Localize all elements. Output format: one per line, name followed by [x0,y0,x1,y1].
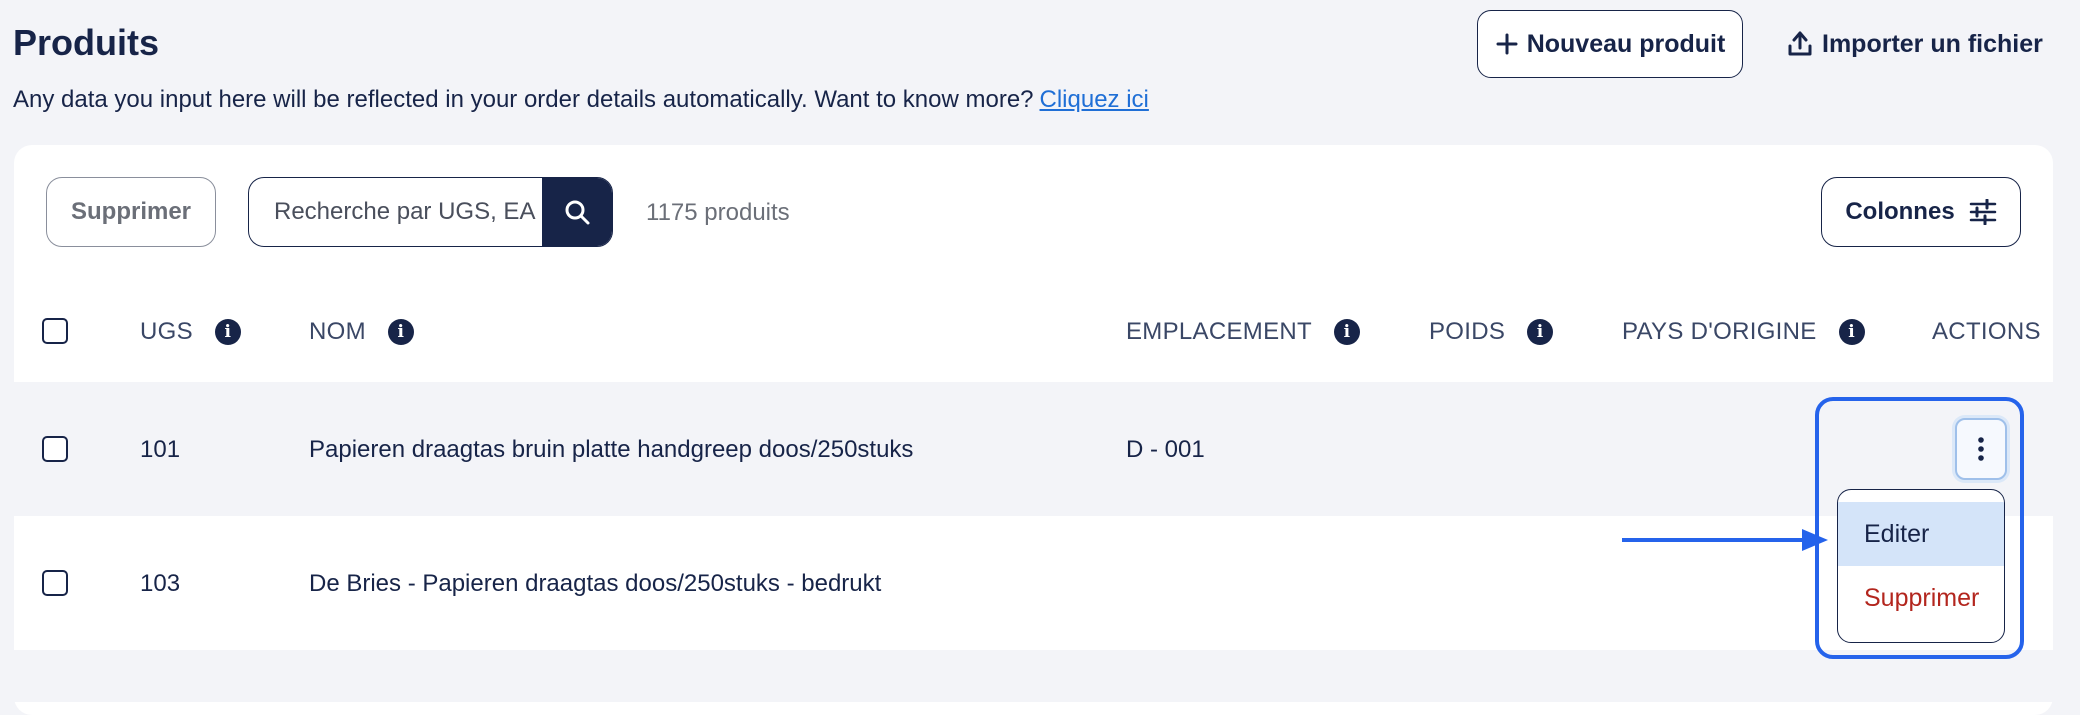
column-header-nom[interactable]: NOM i [309,318,414,346]
cell-nom: De Bries - Papieren draagtas doos/250stu… [309,570,882,597]
cell-ugs: 101 [140,436,181,463]
row-checkbox[interactable] [42,570,68,596]
info-icon[interactable]: i [387,319,414,345]
page-subtitle: Any data you input here will be reflecte… [13,86,1149,114]
column-header-actions: ACTIONS [1932,318,2041,346]
import-file-label: Importer un fichier [1822,29,2043,58]
upload-icon [1788,31,1812,56]
table-row [14,650,2053,702]
cell-nom: Papieren draagtas bruin platte handgreep… [309,436,914,463]
bulk-delete-button[interactable]: Supprimer [46,177,216,247]
info-icon[interactable]: i [1334,319,1360,345]
cell-ugs: 103 [140,570,181,597]
product-count: 1175 produits [646,199,790,226]
subtitle-text: Any data you input here will be reflecte… [13,86,1034,113]
arrow-right-icon [1622,529,1828,551]
column-header-poids[interactable]: POIDS i [1429,318,1554,346]
info-icon[interactable]: i [1838,319,1865,345]
search-icon [565,200,590,225]
column-label-nom: NOM [309,318,366,345]
page-title: Produits [13,22,160,63]
column-label-ugs: UGS [140,318,193,345]
kebab-icon [1978,437,1984,461]
new-product-button[interactable]: Nouveau produit [1477,10,1743,78]
columns-label: Colonnes [1845,198,1955,225]
column-label-poids: POIDS [1429,318,1506,345]
select-all-checkbox[interactable] [42,318,68,344]
cell-emplacement: D - 001 [1126,436,1205,463]
row-actions-button[interactable] [1955,418,2007,480]
search-button[interactable] [542,178,612,246]
plus-icon [1496,33,1518,55]
column-header-pays[interactable]: PAYS D'ORIGINE i [1622,318,1865,346]
info-icon[interactable]: i [214,319,241,345]
row-actions-menu: Editer Supprimer [1837,489,2005,643]
sliders-icon [1969,199,1996,225]
learn-more-link[interactable]: Cliquez ici [1040,86,1149,113]
row-checkbox[interactable] [42,436,68,462]
search-input[interactable] [249,178,542,246]
column-header-ugs[interactable]: UGS i [140,318,241,346]
search-box [248,177,613,247]
column-label-emplacement: EMPLACEMENT [1126,318,1312,345]
new-product-label: Nouveau produit [1526,29,1726,58]
menu-item-edit[interactable]: Editer [1838,502,2004,566]
columns-button[interactable]: Colonnes [1821,177,2021,247]
column-label-pays: PAYS D'ORIGINE [1622,318,1817,345]
menu-item-delete[interactable]: Supprimer [1838,566,2004,630]
import-file-button[interactable]: Importer un fichier [1786,24,2043,64]
column-label-actions: ACTIONS [1932,318,2041,345]
info-icon[interactable]: i [1527,319,1554,345]
column-header-emplacement[interactable]: EMPLACEMENT i [1126,318,1360,346]
